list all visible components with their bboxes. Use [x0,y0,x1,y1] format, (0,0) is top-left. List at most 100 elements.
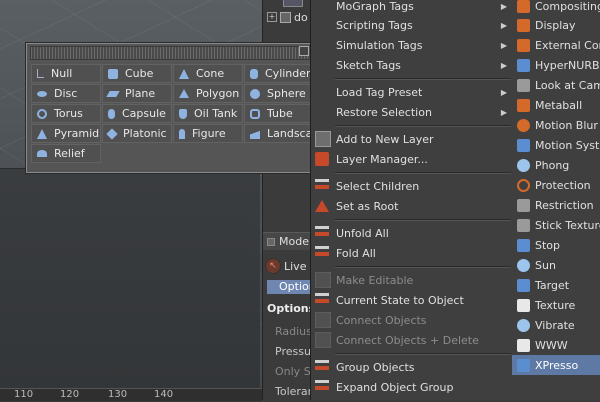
tag-item-compositing[interactable]: Compositing [512,0,600,16]
grip-icon [267,237,275,246]
menu-item-simulation-tags[interactable]: Simulation Tags ▶ [311,35,511,55]
menu-item-layer-manager[interactable]: Layer Manager... [311,149,511,169]
menu-item-sketch-tags[interactable]: Sketch Tags ▶ [311,55,511,75]
palette-title-bar[interactable] [30,46,314,60]
tag-item-vibrate[interactable]: Vibrate [512,315,600,335]
menu-item-restore-selection[interactable]: Restore Selection ▶ [311,102,511,122]
cylinder-icon [250,68,258,79]
palette-item-disc[interactable]: Disc [31,84,101,103]
connect-delete-icon [315,332,331,348]
palette-item-platonic[interactable]: Platonic [102,124,172,143]
attributes-panel[interactable]: Mode ↖ Live Option Options Radius Pressu… [262,228,322,400]
tag-item-protection[interactable]: Protection [512,175,600,195]
plane-icon [106,90,120,97]
context-menu[interactable]: MoGraph Tags ▶ Scripting Tags ▶ Simulation… [310,0,514,400]
ruler-tick: 110 [14,389,34,400]
submenu-arrow-icon: ▶ [500,107,507,117]
ruler-tick: 140 [154,389,174,400]
timeline-ruler[interactable]: 110 120 130 140 [0,388,262,401]
tag-item-motion-system[interactable]: Motion Syster [512,135,600,155]
tag-item-stick-texture[interactable]: Stick Texture [512,215,600,235]
sphere-icon [250,88,260,99]
submenu-arrow-icon: ▶ [500,40,507,50]
menu-item-mograph-tags[interactable]: MoGraph Tags ▶ [311,0,511,16]
object-tree-row[interactable]: + do [267,10,308,24]
tag-item-metaball[interactable]: Metaball [512,95,600,115]
menu-item-make-editable[interactable]: Make Editable [311,270,511,290]
palette-item-figure[interactable]: Figure [173,124,243,143]
submenu-arrow-icon: ▶ [500,1,507,11]
palette-item-landscape[interactable]: Landscape [244,124,314,143]
live-label: Live [284,259,307,273]
object-palette[interactable]: Null Cube Cone Cylinder Disc Plane Polyg… [26,43,318,173]
tag-item-phong[interactable]: Phong [512,155,600,175]
palette-item-sphere[interactable]: Sphere [244,84,314,103]
attributes-tab[interactable]: Mode [263,232,313,250]
options-heading: Options [267,302,316,315]
group-icon [315,360,329,374]
menu-item-unfold-all[interactable]: Unfold All [311,223,511,243]
vibrate-icon [517,318,530,332]
palette-item-torus[interactable]: Torus [31,104,101,123]
tag-item-stop[interactable]: Stop [512,235,600,255]
landscape-icon [250,128,260,139]
menu-item-select-children[interactable]: Select Children [311,176,511,196]
make-editable-icon [315,272,331,288]
palette-item-relief[interactable]: Relief [31,144,101,163]
submenu-arrow-icon: ▶ [500,20,507,30]
close-icon[interactable] [299,46,309,56]
palette-item-cone[interactable]: Cone [173,64,243,83]
object-name[interactable]: do [294,11,308,24]
menu-item-expand-object-group[interactable]: Expand Object Group [311,377,511,397]
menu-item-scripting-tags[interactable]: Scripting Tags ▶ [311,15,511,35]
live-selection[interactable]: ↖ Live [265,258,306,274]
protection-icon [517,178,530,192]
xpresso-icon [517,358,530,372]
tag-item-xpresso[interactable]: XPresso [512,355,600,375]
palette-item-cylinder[interactable]: Cylinder [244,64,314,83]
menu-item-current-state-to-object[interactable]: Current State to Object [311,290,511,310]
expand-icon[interactable]: + [267,12,277,22]
tag-item-motion-blur[interactable]: Motion Blur [512,115,600,135]
pyramid-icon [37,128,47,139]
tag-item-target[interactable]: Target [512,275,600,295]
connect-icon [315,312,331,328]
menu-item-group-objects[interactable]: Group Objects [311,357,511,377]
menu-item-set-as-root[interactable]: Set as Root [311,196,511,216]
live-selection-icon: ↖ [265,258,281,274]
tag-item-hypernurbs[interactable]: HyperNURBS [512,55,600,75]
menu-item-connect-objects[interactable]: Connect Objects [311,310,511,330]
ruler-tick: 130 [108,389,128,400]
menu-item-fold-all[interactable]: Fold All [311,243,511,263]
tag-item-restriction[interactable]: Restriction [512,195,600,215]
palette-item-pyramid[interactable]: Pyramid [31,124,101,143]
tag-item-display[interactable]: Display [512,15,600,35]
motion-system-icon [517,138,530,152]
display-icon [517,18,530,32]
palette-item-plane[interactable]: Plane [102,84,172,103]
palette-item-polygon[interactable]: Polygon [173,84,243,103]
menu-item-connect-objects-delete[interactable]: Connect Objects + Delete [311,330,511,350]
tag-item-look-at-camera[interactable]: Look at Came [512,75,600,95]
tab-options[interactable]: Option [267,280,316,294]
platonic-icon [106,127,118,140]
object-icon [280,11,291,23]
palette-item-capsule[interactable]: Capsule [102,104,172,123]
viewport-lower-pane[interactable] [0,168,260,389]
palette-item-oil-tank[interactable]: Oil Tank [173,104,243,123]
palette-item-cube[interactable]: Cube [102,64,172,83]
hypernurbs-icon [517,58,530,72]
palette-item-tube[interactable]: Tube [244,104,314,123]
menu-item-load-tag-preset[interactable]: Load Tag Preset ▶ [311,82,511,102]
tube-icon [250,108,260,119]
select-children-icon [315,179,329,193]
palette-item-null[interactable]: Null [31,64,101,83]
tag-item-texture[interactable]: Texture [512,295,600,315]
menu-separator [335,219,511,220]
tag-item-www[interactable]: WWW [512,335,600,355]
tag-item-sun[interactable]: Sun [512,255,600,275]
www-icon [517,338,530,352]
tag-item-external-compositing[interactable]: External Com [512,35,600,55]
tags-submenu[interactable]: Compositing Display External Com HyperNU… [512,0,600,400]
menu-item-add-to-new-layer[interactable]: Add to New Layer [311,129,511,149]
